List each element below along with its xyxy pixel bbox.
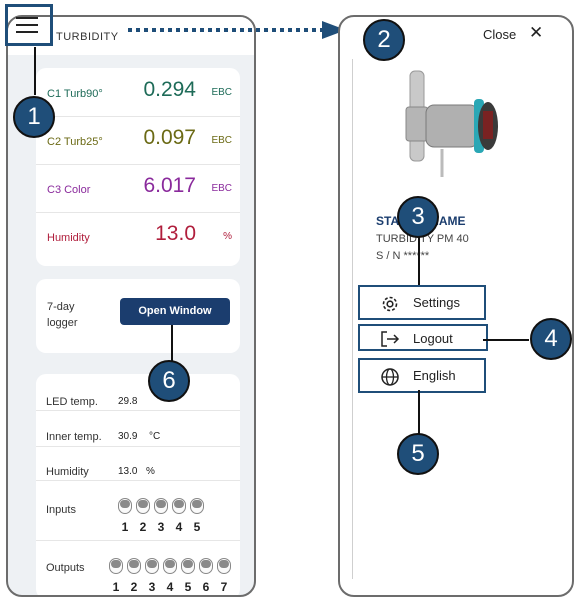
callout-line (34, 47, 36, 95)
callout-2: 2 (363, 19, 405, 61)
turbidity-sensor-image (405, 70, 498, 177)
language-button[interactable]: English (358, 358, 486, 393)
language-label: English (413, 368, 456, 383)
serial-number: S / N ****** (376, 250, 430, 262)
callout-3: 3 (397, 196, 439, 238)
callout-1: 1 (13, 96, 55, 138)
settings-button[interactable]: Settings (358, 285, 486, 320)
callout-line (418, 390, 420, 434)
gear-icon (382, 296, 398, 312)
callout-5: 5 (397, 433, 439, 475)
callout-line (418, 235, 420, 285)
settings-label: Settings (413, 295, 460, 310)
close-x-icon[interactable]: ✕ (529, 23, 543, 43)
globe-icon (381, 368, 399, 386)
side-panel: Close ✕ STATION NAME TURBIDITY PM 40 S /… (338, 15, 574, 597)
logout-button[interactable]: Logout (358, 324, 488, 351)
close-label[interactable]: Close (483, 27, 516, 42)
logout-icon (381, 331, 400, 347)
callout-6: 6 (148, 360, 190, 402)
callout-line (483, 339, 529, 341)
logout-label: Logout (413, 331, 453, 346)
callout-4: 4 (530, 318, 572, 360)
callout-line (171, 325, 173, 361)
panel-divider (352, 59, 353, 579)
